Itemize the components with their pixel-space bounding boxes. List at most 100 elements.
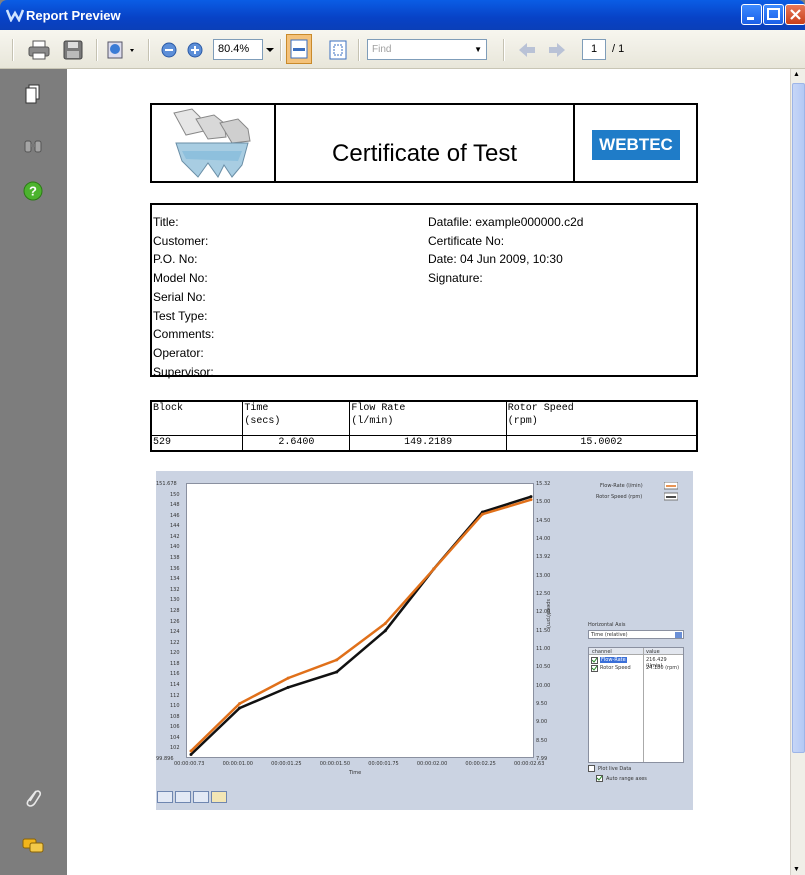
previous-page-icon[interactable] bbox=[516, 38, 538, 62]
right-tick-label: 10.00 bbox=[536, 682, 551, 689]
svg-text:?: ? bbox=[29, 184, 37, 199]
help-icon[interactable]: ? bbox=[22, 180, 44, 202]
horizontal-axis-select[interactable]: Time (relative) bbox=[588, 630, 684, 639]
header-time-unit: (secs) bbox=[244, 416, 281, 427]
data-point bbox=[286, 676, 290, 680]
left-tick-label: 102 bbox=[170, 745, 180, 752]
print-icon[interactable] bbox=[26, 38, 52, 62]
info-model-no: Model No: bbox=[153, 271, 208, 286]
close-button[interactable] bbox=[785, 4, 805, 25]
data-point bbox=[480, 512, 484, 516]
comments-icon[interactable] bbox=[22, 835, 44, 857]
data-point bbox=[383, 622, 387, 626]
x-tick-label: 00:00:01.00 bbox=[222, 761, 253, 767]
channel-checkbox[interactable] bbox=[591, 657, 598, 664]
find-input[interactable]: Find ▼ bbox=[367, 39, 487, 60]
scroll-down-icon[interactable]: ▼ bbox=[793, 866, 800, 873]
left-tick-label: 128 bbox=[170, 607, 180, 614]
left-tick-label: 132 bbox=[170, 586, 180, 593]
right-tick-label: 14.50 bbox=[536, 517, 551, 524]
toolbar-separator bbox=[280, 39, 282, 61]
plot-live-checkbox[interactable] bbox=[588, 765, 595, 772]
view-tab[interactable] bbox=[211, 791, 227, 803]
table-cell: 529 bbox=[153, 436, 172, 448]
right-tick-label: 10.50 bbox=[536, 664, 551, 671]
minimize-button[interactable] bbox=[741, 4, 762, 25]
left-tick-label: 144 bbox=[170, 523, 180, 530]
line-chart bbox=[189, 495, 533, 756]
x-tick-label: 00:00:01.25 bbox=[271, 761, 302, 767]
data-point bbox=[238, 702, 242, 706]
fit-page-icon[interactable] bbox=[326, 38, 350, 62]
scroll-up-icon[interactable]: ▲ bbox=[793, 71, 800, 78]
info-comments: Comments: bbox=[153, 327, 215, 342]
channel-checkbox[interactable] bbox=[591, 665, 598, 672]
channel-name[interactable]: Flow-Rate bbox=[600, 657, 627, 663]
right-tick-label: 11.00 bbox=[536, 646, 551, 652]
view-tab[interactable] bbox=[193, 791, 209, 803]
left-tick-label: 136 bbox=[170, 565, 180, 572]
export-dropdown-icon[interactable] bbox=[104, 38, 138, 62]
x-axis-label: Time bbox=[349, 770, 362, 776]
left-tick-label: 99.896 bbox=[156, 756, 174, 762]
x-tick-label: 00:00:00.73 bbox=[174, 761, 205, 767]
info-test-type: Test Type: bbox=[153, 308, 208, 323]
info-left-column: Title: Customer: P.O. No: Model No: Seri… bbox=[153, 213, 214, 381]
info-date: Date: 04 Jun 2009, 10:30 bbox=[428, 252, 563, 267]
zoom-in-icon[interactable] bbox=[186, 38, 204, 62]
pages-icon[interactable] bbox=[22, 83, 44, 105]
left-tick-label: 118 bbox=[170, 660, 180, 667]
scrollbar-thumb[interactable] bbox=[792, 83, 805, 753]
certificate-title: Certificate of Test bbox=[276, 105, 575, 181]
view-tab[interactable] bbox=[157, 791, 173, 803]
left-tick-label: 108 bbox=[170, 713, 180, 720]
page-number-input[interactable]: 1 bbox=[582, 39, 606, 60]
zoom-out-icon[interactable] bbox=[160, 38, 178, 62]
left-tick-label: 122 bbox=[170, 639, 180, 646]
legend-entry-rotor: Rotor Speed (rpm) bbox=[596, 494, 643, 500]
attachment-icon[interactable] bbox=[22, 787, 44, 809]
right-tick-label: 13.00 bbox=[536, 572, 551, 579]
info-po-no: P.O. No: bbox=[153, 252, 198, 267]
right-tick-label: 15.00 bbox=[536, 499, 551, 506]
series-line-rotor-speed bbox=[190, 498, 532, 752]
horizontal-axis-value: Time (relative) bbox=[591, 632, 628, 638]
info-datafile: Datafile: example000000.c2d bbox=[428, 215, 584, 229]
left-tick-label: 104 bbox=[170, 734, 180, 741]
horizontal-axis-label: Horizontal Axis bbox=[588, 622, 626, 628]
chevron-down-icon[interactable] bbox=[265, 38, 275, 62]
left-tick-label: 148 bbox=[170, 502, 180, 509]
table-row: 529 2.6400 149.2189 15.0002 bbox=[151, 435, 697, 451]
zoom-level-input[interactable]: 80.4% bbox=[213, 39, 263, 60]
data-point bbox=[335, 670, 339, 674]
view-tab[interactable] bbox=[175, 791, 191, 803]
right-axis-label: speed(rpm) bbox=[545, 599, 551, 629]
chevron-down-icon[interactable]: ▼ bbox=[474, 45, 482, 54]
data-point bbox=[189, 752, 193, 756]
table-header-row: Block Time (secs) Flow Rate (l/min) Rotor … bbox=[151, 401, 697, 436]
right-tick-label: 9.00 bbox=[536, 719, 548, 726]
auto-range-checkbox[interactable] bbox=[596, 775, 603, 782]
maximize-button[interactable] bbox=[763, 4, 784, 25]
toolbar-grip bbox=[12, 39, 14, 61]
next-page-icon[interactable] bbox=[546, 38, 568, 62]
channel-value: 24.180 (rpm) bbox=[646, 665, 680, 671]
chevron-down-icon[interactable] bbox=[675, 632, 682, 638]
left-tick-label: 150 bbox=[170, 491, 180, 498]
left-tick-label: 112 bbox=[170, 692, 180, 699]
channel-table: channel value Flow-Rate 216.429 (l/min) … bbox=[588, 647, 684, 763]
binoculars-icon[interactable] bbox=[22, 135, 44, 157]
vertical-scrollbar[interactable]: ▲ ▼ bbox=[790, 69, 805, 875]
toolbar: 80.4% Find ▼ 1 / 1 bbox=[0, 30, 805, 69]
table-cell: 149.2189 bbox=[349, 435, 507, 451]
x-tick-label: 00:00:01.75 bbox=[368, 761, 399, 767]
left-tick-label: 120 bbox=[170, 650, 180, 657]
info-signature: Signature: bbox=[428, 271, 483, 286]
brand-logo: WEBTEC bbox=[592, 130, 680, 160]
left-tick-label: 138 bbox=[170, 555, 180, 562]
fit-width-icon[interactable] bbox=[286, 34, 312, 64]
channel-name[interactable]: Rotor Speed bbox=[600, 665, 631, 671]
x-tick-label: 00:00:01.50 bbox=[319, 761, 351, 767]
table-cell: 2.6400 bbox=[242, 435, 350, 451]
save-icon[interactable] bbox=[60, 38, 86, 62]
